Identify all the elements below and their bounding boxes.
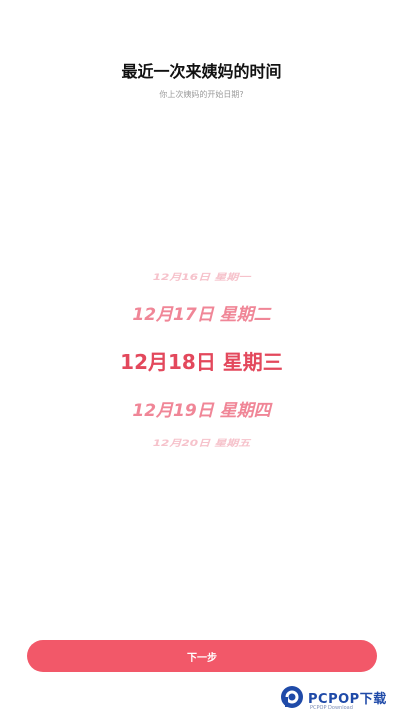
date-option-selected[interactable]: 12月18日 星期三 (0, 346, 403, 375)
watermark-brand-suffix: 下载 (359, 692, 387, 707)
date-option[interactable]: 12月16日 星期一 (0, 270, 403, 283)
watermark-subtext: PCPOP Download (310, 705, 353, 711)
next-button[interactable]: 下一步 (27, 640, 377, 672)
pcpop-logo-icon (281, 686, 303, 708)
date-option[interactable]: 12月20日 星期五 (0, 436, 403, 449)
date-option[interactable]: 12月17日 星期二 (0, 300, 403, 325)
date-picker-wheel[interactable]: 12月16日 星期一 12月17日 星期二 12月18日 星期三 12月19日 … (0, 262, 403, 452)
date-option[interactable]: 12月19日 星期四 (0, 396, 403, 421)
page-subtitle: 你上次姨妈的开始日期? (159, 90, 244, 99)
page-title: 最近一次来姨妈的时间 (121, 62, 282, 81)
watermark: PCPOP下载 PCPOP Download (280, 683, 403, 720)
